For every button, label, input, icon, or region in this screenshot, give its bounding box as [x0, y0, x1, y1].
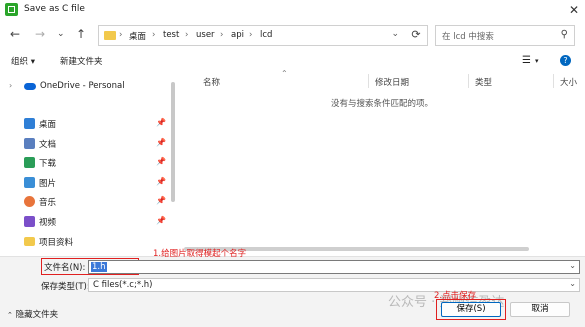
save-button[interactable]: 保存(S) — [441, 302, 501, 317]
arrow-left-icon[interactable]: ← — [10, 27, 20, 41]
hide-folders-label: 隐藏文件夹 — [15, 310, 59, 320]
video-icon — [24, 216, 35, 227]
chevron-down-icon[interactable]: ▾ — [535, 57, 539, 65]
breadcrumb-lcd[interactable]: lcd — [260, 30, 272, 40]
column-header-date[interactable]: 修改日期 — [375, 76, 409, 88]
breadcrumb-separator: › — [220, 30, 224, 40]
breadcrumb-separator: › — [249, 30, 253, 40]
view-icon[interactable]: ☰ — [522, 55, 531, 66]
music-icon — [24, 196, 35, 207]
column-header-size[interactable]: 大小 — [560, 76, 577, 88]
sort-up-icon: ⌃ — [281, 69, 288, 78]
document-icon — [24, 138, 35, 149]
window-title: Save as C file — [24, 4, 85, 14]
breadcrumb-test[interactable]: test — [163, 30, 179, 40]
file-list: ⌃ 名称 修改日期 类型 大小 没有与搜索条件匹配的项。 — [178, 69, 585, 256]
breadcrumb-desktop[interactable]: 桌面 — [129, 30, 146, 42]
sidebar-item-desktop[interactable]: 桌面 📌 — [0, 115, 168, 133]
sidebar-item-project-files[interactable]: 项目资料 — [0, 233, 168, 251]
cloud-icon — [24, 83, 36, 90]
sidebar-scrollbar[interactable] — [170, 72, 176, 256]
app-icon — [5, 3, 18, 16]
column-header-name[interactable]: 名称 — [203, 76, 220, 88]
chevron-down-icon[interactable]: ⌄ — [569, 279, 576, 288]
pin-icon[interactable]: 📌 — [156, 157, 166, 166]
arrow-up-icon[interactable]: ↑ — [76, 27, 86, 41]
new-folder-button[interactable]: 新建文件夹 — [60, 55, 103, 67]
hide-folders-button[interactable]: ⌃ 隐藏文件夹 — [7, 308, 58, 320]
breadcrumb-separator: › — [119, 30, 123, 40]
filename-value[interactable]: 1.h — [91, 262, 107, 272]
download-icon — [24, 157, 35, 168]
filetype-label: 保存类型(T): — [41, 282, 90, 292]
close-icon[interactable]: ✕ — [567, 3, 581, 17]
sidebar-item-label: OneDrive - Personal — [40, 81, 125, 91]
column-divider[interactable] — [368, 74, 369, 88]
filename-field[interactable]: 1.h ⌄ — [88, 260, 580, 274]
column-header-type[interactable]: 类型 — [475, 76, 492, 88]
sidebar-item-label: 桌面 — [39, 120, 57, 130]
sidebar-item-label: 视频 — [39, 218, 57, 228]
chevron-down-icon[interactable]: ⌄ — [391, 29, 399, 39]
sidebar-item-documents[interactable]: 文档 📌 — [0, 135, 168, 153]
breadcrumb-user[interactable]: user — [196, 30, 215, 40]
breadcrumb-separator: › — [185, 30, 189, 40]
filetype-select[interactable]: C files(*.c;*.h) ⌄ — [88, 278, 580, 292]
sidebar-item-label: 文档 — [39, 140, 57, 150]
refresh-icon[interactable]: ⟳ — [406, 25, 426, 45]
sidebar-item-onedrive[interactable]: › OneDrive - Personal — [0, 78, 168, 96]
sidebar-item-music[interactable]: 音乐 📌 — [0, 193, 168, 211]
sidebar-item-label: 音乐 — [39, 198, 57, 208]
pin-icon[interactable]: 📌 — [156, 216, 166, 225]
search-icon: ⚲ — [560, 29, 568, 40]
help-icon[interactable]: ? — [560, 55, 571, 66]
arrow-right-icon[interactable]: → — [35, 27, 45, 41]
pin-icon[interactable]: 📌 — [156, 177, 166, 186]
search-input[interactable]: 在 lcd 中搜索 ⚲ — [435, 25, 575, 46]
navigation-pane: › OneDrive - Personal 桌面 📌 文档 📌 下载 📌 图片 … — [0, 72, 168, 256]
toolbar: 组织 ▾ 新建文件夹 ☰ ▾ ? — [0, 52, 585, 72]
filetype-value: C files(*.c;*.h) — [93, 280, 153, 290]
column-divider[interactable] — [553, 74, 554, 88]
sidebar-item-pictures[interactable]: 图片 📌 — [0, 174, 168, 192]
picture-icon — [24, 177, 35, 188]
title-bar: Save as C file ✕ — [0, 0, 585, 20]
breadcrumb-api[interactable]: api — [231, 30, 244, 40]
address-bar[interactable]: › 桌面 › test › user › api › lcd ⌄ — [98, 25, 428, 46]
pin-icon[interactable]: 📌 — [156, 138, 166, 147]
chevron-down-icon[interactable]: ⌄ — [569, 261, 576, 270]
breadcrumb-separator: › — [152, 30, 156, 40]
sidebar-item-downloads[interactable]: 下载 📌 — [0, 154, 168, 172]
search-placeholder: 在 lcd 中搜索 — [442, 32, 494, 42]
organize-menu[interactable]: 组织 ▾ — [11, 55, 35, 67]
folder-icon — [24, 237, 35, 246]
pin-icon[interactable]: 📌 — [156, 196, 166, 205]
filename-label: 文件名(N): — [44, 263, 86, 273]
sidebar-item-videos[interactable]: 视频 📌 — [0, 213, 168, 231]
sidebar-item-label: 项目资料 — [39, 238, 74, 248]
empty-message: 没有与搜索条件匹配的项。 — [331, 99, 434, 109]
chevron-right-icon[interactable]: › — [9, 81, 12, 90]
cancel-button[interactable]: 取消 — [510, 302, 570, 317]
folder-icon — [104, 31, 116, 40]
pin-icon[interactable]: 📌 — [156, 118, 166, 127]
desktop-icon — [24, 118, 35, 129]
chevron-down-icon[interactable]: ⌄ — [57, 27, 65, 41]
column-divider[interactable] — [468, 74, 469, 88]
chevron-up-icon: ⌃ — [7, 311, 13, 319]
annotation-step1: 1.给图片取得模起个名字 — [153, 249, 247, 259]
sidebar-item-label: 下载 — [39, 159, 57, 169]
sidebar-item-label: 图片 — [39, 179, 57, 189]
